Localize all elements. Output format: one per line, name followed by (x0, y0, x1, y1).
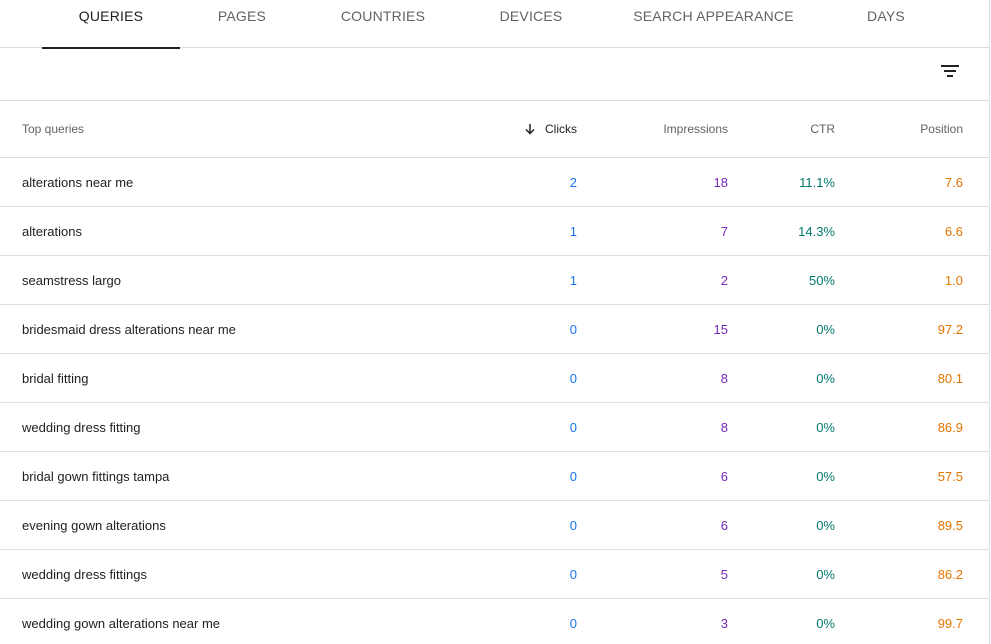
table-row[interactable]: seamstress largo 1 2 50% 1.0 (0, 256, 989, 305)
header-ctr[interactable]: CTR (810, 122, 835, 136)
report-tabs: QUERIES PAGES COUNTRIES DEVICES SEARCH A… (0, 0, 989, 49)
tab-pages[interactable]: PAGES (202, 0, 282, 48)
impressions-cell: 15 (713, 322, 728, 337)
clicks-cell: 0 (569, 322, 577, 337)
impressions-cell: 2 (720, 273, 728, 288)
tab-devices-label: DEVICES (499, 8, 563, 24)
query-cell: alterations near me (22, 175, 134, 190)
performance-report: QUERIES PAGES COUNTRIES DEVICES SEARCH A… (0, 0, 990, 644)
tab-devices[interactable]: DEVICES (481, 0, 581, 48)
position-cell: 97.2 (937, 322, 963, 337)
ctr-cell: 14.3% (798, 224, 835, 239)
impressions-cell: 3 (720, 616, 728, 631)
query-cell: wedding dress fitting (22, 420, 141, 435)
ctr-cell: 0% (816, 567, 835, 582)
impressions-cell: 5 (720, 567, 728, 582)
impressions-cell: 6 (720, 469, 728, 484)
clicks-cell: 0 (569, 469, 577, 484)
table-header: Top queries Clicks Impressions CTR Posit… (0, 101, 989, 158)
table-row[interactable]: alterations 1 7 14.3% 6.6 (0, 207, 989, 256)
position-cell: 80.1 (937, 371, 963, 386)
query-cell: wedding gown alterations near me (22, 616, 221, 631)
position-cell: 1.0 (944, 273, 963, 288)
clicks-cell: 0 (569, 518, 577, 533)
arrow-down-icon (525, 124, 535, 135)
ctr-cell: 11.1% (799, 175, 835, 190)
table-row[interactable]: evening gown alterations 0 6 0% 89.5 (0, 501, 989, 550)
clicks-cell: 0 (569, 616, 577, 631)
header-clicks[interactable]: Clicks (524, 122, 577, 136)
position-cell: 7.6 (944, 175, 963, 190)
header-position[interactable]: Position (920, 122, 963, 136)
query-cell: evening gown alterations (22, 518, 166, 533)
impressions-cell: 18 (713, 175, 728, 190)
impressions-cell: 8 (720, 420, 728, 435)
header-impressions[interactable]: Impressions (663, 122, 728, 136)
clicks-cell: 2 (569, 175, 577, 190)
table-row[interactable]: bridesmaid dress alterations near me 0 1… (0, 305, 989, 354)
query-cell: bridesmaid dress alterations near me (22, 322, 236, 337)
table-row[interactable]: wedding gown alterations near me 0 3 0% … (0, 599, 989, 644)
table-row[interactable]: bridal fitting 0 8 0% 80.1 (0, 354, 989, 403)
impressions-cell: 7 (720, 224, 728, 239)
position-cell: 99.7 (937, 616, 963, 631)
query-cell: seamstress largo (22, 273, 121, 288)
query-cell: bridal gown fittings tampa (22, 469, 170, 484)
table-row[interactable]: alterations near me 2 18 11.1% 7.6 (0, 158, 989, 207)
filter-list-icon (941, 65, 959, 77)
position-cell: 57.5 (937, 469, 963, 484)
impressions-cell: 8 (720, 371, 728, 386)
position-cell: 86.9 (937, 420, 963, 435)
tab-days[interactable]: DAYS (846, 0, 926, 48)
query-cell: alterations (22, 224, 82, 239)
table-toolbar (0, 48, 989, 101)
tab-search-appearance-label: SEARCH APPEARANCE (633, 8, 794, 24)
tab-countries[interactable]: COUNTRIES (323, 0, 443, 48)
table-row[interactable]: bridal gown fittings tampa 0 6 0% 57.5 (0, 452, 989, 501)
tab-queries[interactable]: QUERIES (42, 0, 180, 49)
ctr-cell: 0% (816, 371, 835, 386)
ctr-cell: 0% (816, 322, 835, 337)
clicks-cell: 0 (569, 567, 577, 582)
clicks-cell: 1 (569, 273, 577, 288)
clicks-cell: 0 (569, 371, 577, 386)
ctr-cell: 0% (816, 420, 835, 435)
query-cell: bridal fitting (22, 371, 89, 386)
position-cell: 89.5 (937, 518, 963, 533)
ctr-cell: 0% (816, 518, 835, 533)
table-body: alterations near me 2 18 11.1% 7.6 alter… (0, 158, 989, 644)
clicks-cell: 1 (569, 224, 577, 239)
impressions-cell: 6 (720, 518, 728, 533)
ctr-cell: 50% (808, 273, 835, 288)
tab-days-label: DAYS (867, 8, 905, 24)
filter-button[interactable] (931, 58, 969, 84)
tab-queries-label: QUERIES (78, 8, 144, 24)
table-row[interactable]: wedding dress fittings 0 5 0% 86.2 (0, 550, 989, 599)
tab-search-appearance[interactable]: SEARCH APPEARANCE (620, 0, 807, 48)
ctr-cell: 0% (816, 469, 835, 484)
tab-countries-label: COUNTRIES (340, 8, 426, 24)
query-cell: wedding dress fittings (22, 567, 148, 582)
position-cell: 86.2 (937, 567, 963, 582)
tab-pages-label: PAGES (217, 8, 267, 24)
position-cell: 6.6 (944, 224, 963, 239)
ctr-cell: 0% (816, 616, 835, 631)
table-row[interactable]: wedding dress fitting 0 8 0% 86.9 (0, 403, 989, 452)
clicks-cell: 0 (569, 420, 577, 435)
header-clicks-label: Clicks (545, 122, 577, 136)
header-top-queries[interactable]: Top queries (22, 122, 84, 136)
